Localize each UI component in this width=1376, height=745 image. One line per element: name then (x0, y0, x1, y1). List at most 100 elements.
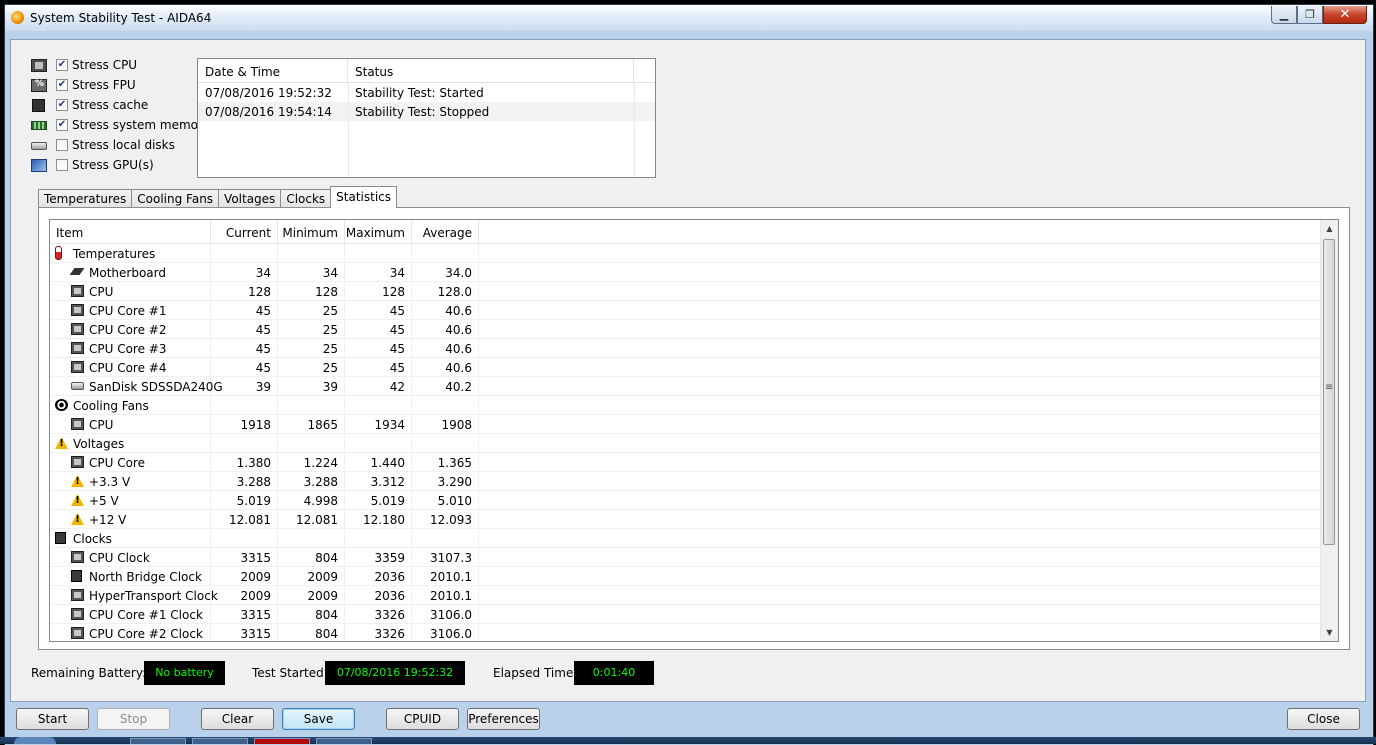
table-row[interactable]: CPU 128 128 128 128.0 (50, 282, 1338, 301)
chip-icon (71, 285, 84, 297)
cell-minimum: 12.081 (278, 510, 345, 528)
cell-filler (479, 301, 1338, 319)
col-header-current[interactable]: Current (211, 220, 278, 243)
start-button[interactable]: Start (16, 708, 89, 730)
tab-statistics[interactable]: Statistics (330, 186, 398, 208)
stress-checkbox[interactable] (56, 159, 68, 171)
stop-button[interactable]: Stop (97, 708, 170, 730)
cell-maximum: 5.019 (345, 491, 412, 509)
tab-temperatures[interactable]: Temperatures (38, 189, 133, 208)
table-row[interactable]: CPU Core #3 45 25 45 40.6 (50, 339, 1338, 358)
table-row[interactable]: CPU 1918 1865 1934 1908 (50, 415, 1338, 434)
stress-label[interactable]: Stress cache (72, 98, 148, 112)
tab-cooling-fans[interactable]: Cooling Fans (131, 189, 220, 208)
table-row[interactable]: CPU Core 1.380 1.224 1.440 1.365 (50, 453, 1338, 472)
log-header-datetime[interactable]: Date & Time (198, 59, 348, 82)
col-header-maximum[interactable]: Maximum (345, 220, 412, 243)
category-row[interactable]: Voltages (50, 434, 1338, 453)
cell-maximum: 45 (345, 320, 412, 338)
table-row[interactable]: Motherboard 34 34 34 34.0 (50, 263, 1338, 282)
test-started-label: Test Started: (252, 666, 328, 680)
category-row[interactable]: Clocks (50, 529, 1338, 548)
battery-value: No battery (144, 661, 225, 685)
stress-label[interactable]: Stress system memory (72, 118, 210, 132)
col-header-minimum[interactable]: Minimum (278, 220, 345, 243)
clear-button[interactable]: Clear (201, 708, 274, 730)
col-header-average[interactable]: Average (412, 220, 479, 243)
table-row[interactable]: CPU Clock 3315 804 3359 3107.3 (50, 548, 1338, 567)
clock-chip-icon (71, 570, 82, 582)
cell-minimum: 128 (278, 282, 345, 300)
stress-checkbox[interactable]: ✔ (56, 119, 68, 131)
cell-maximum: 3326 (345, 605, 412, 623)
col-header-item[interactable]: Item (50, 220, 211, 243)
stress-label[interactable]: Stress local disks (72, 138, 175, 152)
table-row[interactable]: +12 V12.08112.08112.18012.093 (50, 510, 1338, 529)
tab-clocks[interactable]: Clocks (280, 189, 332, 208)
title-bar[interactable]: System Stability Test - AIDA64 ▁ ❐ ✕ (5, 5, 1373, 31)
table-row[interactable]: HyperTransport Clock 2009 2009 2036 2010.1 (50, 586, 1338, 605)
statistics-grid[interactable]: Item Current Minimum Maximum Average Tem… (49, 219, 1339, 642)
save-button[interactable]: Save (282, 708, 355, 730)
cell-minimum: 25 (278, 320, 345, 338)
cell-item: Motherboard (50, 263, 211, 281)
cell-item: +12 V (50, 510, 211, 528)
table-row[interactable]: +5 V5.0194.9985.0195.010 (50, 491, 1338, 510)
table-row[interactable]: CPU Core #1 45 25 45 40.6 (50, 301, 1338, 320)
cell-current: 5.019 (211, 491, 278, 509)
event-log-list[interactable]: Date & Time Status 07/08/2016 19:52:32 St… (197, 58, 656, 178)
start-orb-icon[interactable] (14, 737, 56, 744)
taskbar-item[interactable] (316, 738, 372, 744)
table-row[interactable]: CPU Core #2 45 25 45 40.6 (50, 320, 1338, 339)
stress-checkbox[interactable]: ✔ (56, 99, 68, 111)
tab-voltages[interactable]: Voltages (218, 189, 282, 208)
table-row[interactable]: CPU Core #1 Clock 3315 804 3326 3106.0 (50, 605, 1338, 624)
stress-label[interactable]: Stress FPU (72, 78, 136, 92)
vertical-scrollbar[interactable]: ▲ ▼ (1320, 220, 1338, 641)
preferences-button[interactable]: Preferences (467, 708, 540, 730)
table-row[interactable]: CPU Core #2 Clock 3315 804 3326 3106.0 (50, 624, 1338, 641)
category-row[interactable]: Cooling Fans (50, 396, 1338, 415)
scrollbar-thumb[interactable] (1323, 239, 1335, 545)
chip-icon (71, 361, 84, 373)
scroll-up-arrow-icon[interactable]: ▲ (1321, 220, 1338, 237)
close-window-button[interactable]: ✕ (1323, 6, 1367, 24)
warning-icon (55, 437, 68, 449)
stress-checkbox[interactable]: ✔ (56, 79, 68, 91)
cell-minimum: 2009 (278, 567, 345, 585)
taskbar-item[interactable] (130, 738, 186, 744)
battery-label: Remaining Battery: (31, 666, 147, 680)
stress-label[interactable]: Stress CPU (72, 58, 137, 72)
chip-icon (71, 418, 84, 430)
scroll-down-arrow-icon[interactable]: ▼ (1321, 624, 1338, 641)
log-header-status[interactable]: Status (348, 59, 634, 82)
log-row[interactable]: 07/08/2016 19:54:14 Stability Test: Stopp… (198, 102, 655, 121)
thermometer-icon (55, 246, 62, 260)
log-row[interactable]: 07/08/2016 19:52:32 Stability Test: Start… (198, 83, 655, 102)
cell-average: 1908 (412, 415, 479, 433)
close-button[interactable]: Close (1287, 708, 1360, 730)
category-row[interactable]: Temperatures (50, 244, 1338, 263)
cpuid-button[interactable]: CPUID (386, 708, 459, 730)
taskbar-item[interactable] (192, 738, 248, 744)
cell-item: HyperTransport Clock (50, 586, 218, 604)
stress-checkbox[interactable]: ✔ (56, 59, 68, 71)
cell-minimum (278, 529, 345, 547)
table-row[interactable]: CPU Core #4 45 25 45 40.6 (50, 358, 1338, 377)
cell-minimum: 25 (278, 358, 345, 376)
stress-checkbox[interactable] (56, 139, 68, 151)
table-row[interactable]: SanDisk SDSSDA240G 39 39 42 40.2 (50, 377, 1338, 396)
cell-filler (479, 529, 1338, 547)
log-rows: 07/08/2016 19:52:32 Stability Test: Start… (198, 83, 655, 121)
cell-current: 3315 (211, 548, 278, 566)
cell-filler (479, 263, 1338, 281)
cell-current: 3315 (211, 624, 278, 641)
minimize-button[interactable]: ▁ (1271, 6, 1297, 24)
table-row[interactable]: +3.3 V3.2883.2883.3123.290 (50, 472, 1338, 491)
maximize-button[interactable]: ❐ (1297, 6, 1323, 24)
taskbar-item[interactable] (254, 738, 310, 744)
stress-label[interactable]: Stress GPU(s) (72, 158, 154, 172)
table-row[interactable]: North Bridge Clock 2009 2009 2036 2010.1 (50, 567, 1338, 586)
cell-current: 128 (211, 282, 278, 300)
cell-minimum: 4.998 (278, 491, 345, 509)
